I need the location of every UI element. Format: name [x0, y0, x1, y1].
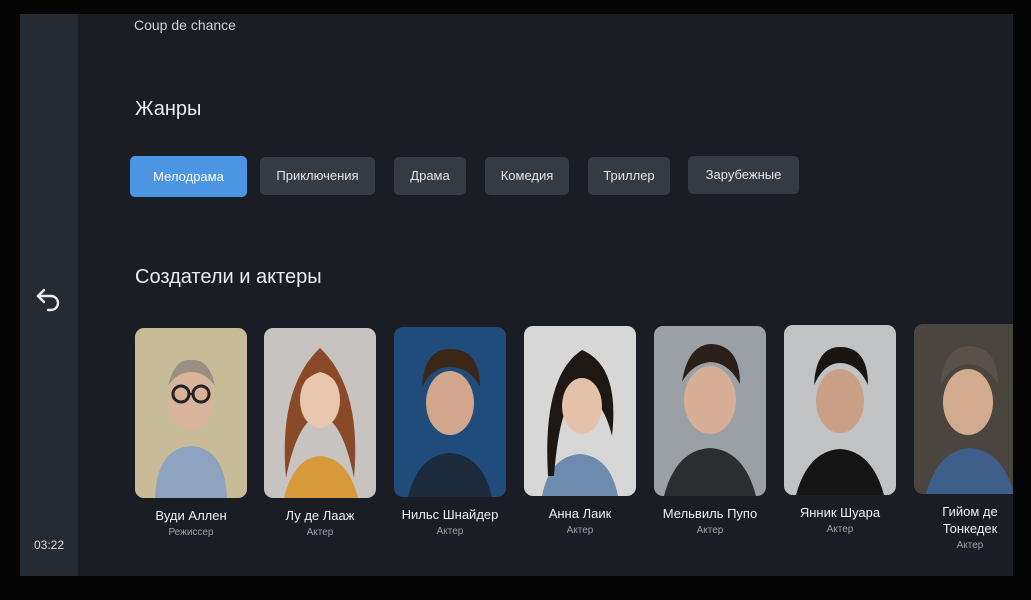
- person-role: Актер: [696, 525, 724, 536]
- person-role: Актер: [826, 524, 854, 535]
- person-photo: [654, 326, 766, 496]
- person-photo: [394, 327, 506, 497]
- person-card[interactable]: Мельвиль Пупо Актер: [654, 326, 766, 536]
- genre-chip-thriller[interactable]: Триллер: [588, 157, 670, 195]
- person-photo: [135, 328, 247, 498]
- back-arrow-icon[interactable]: [34, 284, 64, 314]
- person-role: Актер: [956, 540, 984, 551]
- person-card[interactable]: Вуди Аллен Режиссер: [135, 328, 247, 538]
- person-photo: [914, 324, 1013, 494]
- main-content: Coup de chance Жанры Мелодрама Приключен…: [78, 14, 1013, 576]
- genre-chip-melodrama[interactable]: Мелодрама: [130, 156, 247, 197]
- person-photo: [524, 326, 636, 496]
- person-role: Актер: [436, 526, 464, 537]
- breadcrumb[interactable]: Coup de chance: [134, 17, 236, 33]
- person-card[interactable]: Гийом де Тонкедек Актер: [914, 324, 1013, 551]
- person-card[interactable]: Нильс Шнайдер Актер: [394, 327, 506, 537]
- cast-title: Создатели и актеры: [135, 266, 322, 288]
- genres-title: Жанры: [135, 98, 202, 120]
- person-photo: [264, 328, 376, 498]
- person-name: Лу де Лааж: [285, 508, 355, 523]
- person-name: Вуди Аллен: [155, 508, 227, 523]
- person-name: Янник Шуара: [799, 505, 881, 520]
- genre-chip-drama[interactable]: Драма: [394, 157, 466, 195]
- genre-chip-comedy[interactable]: Комедия: [485, 157, 569, 195]
- person-photo: [784, 325, 896, 495]
- genre-chip-foreign[interactable]: Зарубежные: [688, 156, 799, 194]
- person-role: Актер: [566, 525, 594, 536]
- tv-screen: 03:22 Coup de chance Жанры Мелодрама При…: [20, 14, 1013, 576]
- person-role: Актер: [306, 527, 334, 538]
- sidebar: 03:22: [20, 14, 78, 576]
- person-name: Нильс Шнайдер: [401, 507, 499, 522]
- person-card[interactable]: Лу де Лааж Актер: [264, 328, 376, 538]
- person-card[interactable]: Анна Лаик Актер: [524, 326, 636, 536]
- person-name: Анна Лаик: [548, 506, 612, 521]
- person-card[interactable]: Янник Шуара Актер: [784, 325, 896, 535]
- person-name: Мельвиль Пупо: [662, 506, 758, 521]
- clock: 03:22: [33, 538, 65, 552]
- person-name: Гийом де Тонкедек: [942, 504, 998, 536]
- genre-chip-adventure[interactable]: Приключения: [260, 157, 375, 195]
- person-role: Режиссер: [168, 527, 214, 538]
